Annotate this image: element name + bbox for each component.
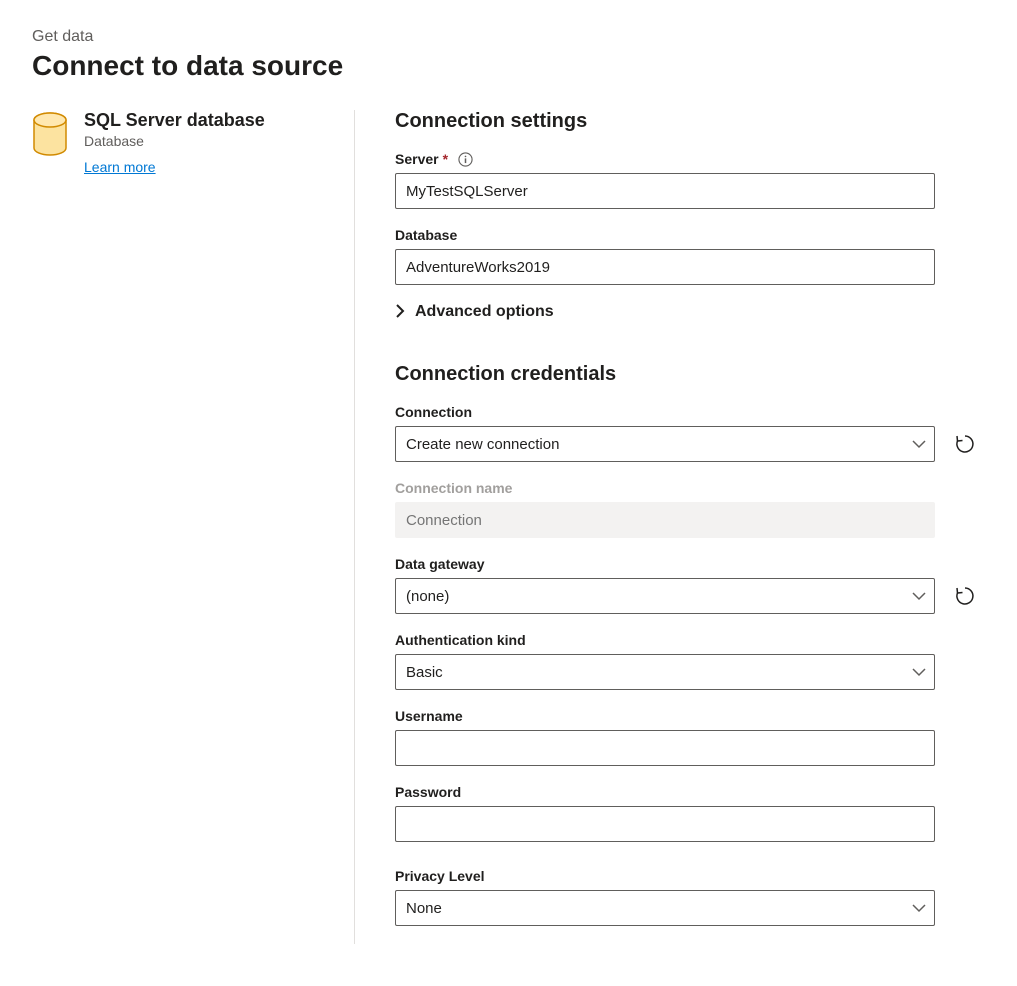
connection-name-label: Connection name [395, 480, 977, 496]
database-input[interactable] [395, 249, 935, 285]
username-input[interactable] [395, 730, 935, 766]
learn-more-link[interactable]: Learn more [84, 159, 156, 175]
refresh-gateway-button[interactable] [953, 584, 977, 608]
privacy-label: Privacy Level [395, 868, 977, 884]
server-label: Server * [395, 151, 977, 167]
connection-name-input [395, 502, 935, 538]
chevron-down-icon [912, 588, 926, 605]
password-input[interactable] [395, 806, 935, 842]
page-title: Connect to data source [32, 50, 985, 82]
server-input[interactable] [395, 173, 935, 209]
gateway-label: Data gateway [395, 556, 977, 572]
connection-settings-heading: Connection settings [395, 110, 977, 133]
connection-label: Connection [395, 404, 977, 420]
info-icon[interactable] [458, 152, 473, 167]
source-title: SQL Server database [84, 110, 265, 131]
advanced-options-toggle[interactable]: Advanced options [395, 303, 977, 321]
chevron-down-icon [912, 436, 926, 453]
auth-kind-label: Authentication kind [395, 632, 977, 648]
gateway-dropdown[interactable]: (none) [395, 578, 935, 614]
source-panel: SQL Server database Database Learn more [32, 110, 354, 944]
password-label: Password [395, 784, 977, 800]
advanced-options-label: Advanced options [415, 303, 554, 321]
breadcrumb: Get data [32, 28, 985, 46]
chevron-right-icon [395, 304, 405, 321]
required-indicator: * [443, 151, 448, 167]
refresh-connection-button[interactable] [953, 432, 977, 456]
auth-kind-dropdown[interactable]: Basic [395, 654, 935, 690]
source-subtitle: Database [84, 133, 265, 149]
database-label: Database [395, 227, 977, 243]
connection-credentials-heading: Connection credentials [395, 363, 977, 386]
chevron-down-icon [912, 664, 926, 681]
privacy-dropdown[interactable]: None [395, 890, 935, 926]
connection-dropdown[interactable]: Create new connection [395, 426, 935, 462]
database-icon [32, 112, 68, 159]
username-label: Username [395, 708, 977, 724]
chevron-down-icon [912, 900, 926, 917]
